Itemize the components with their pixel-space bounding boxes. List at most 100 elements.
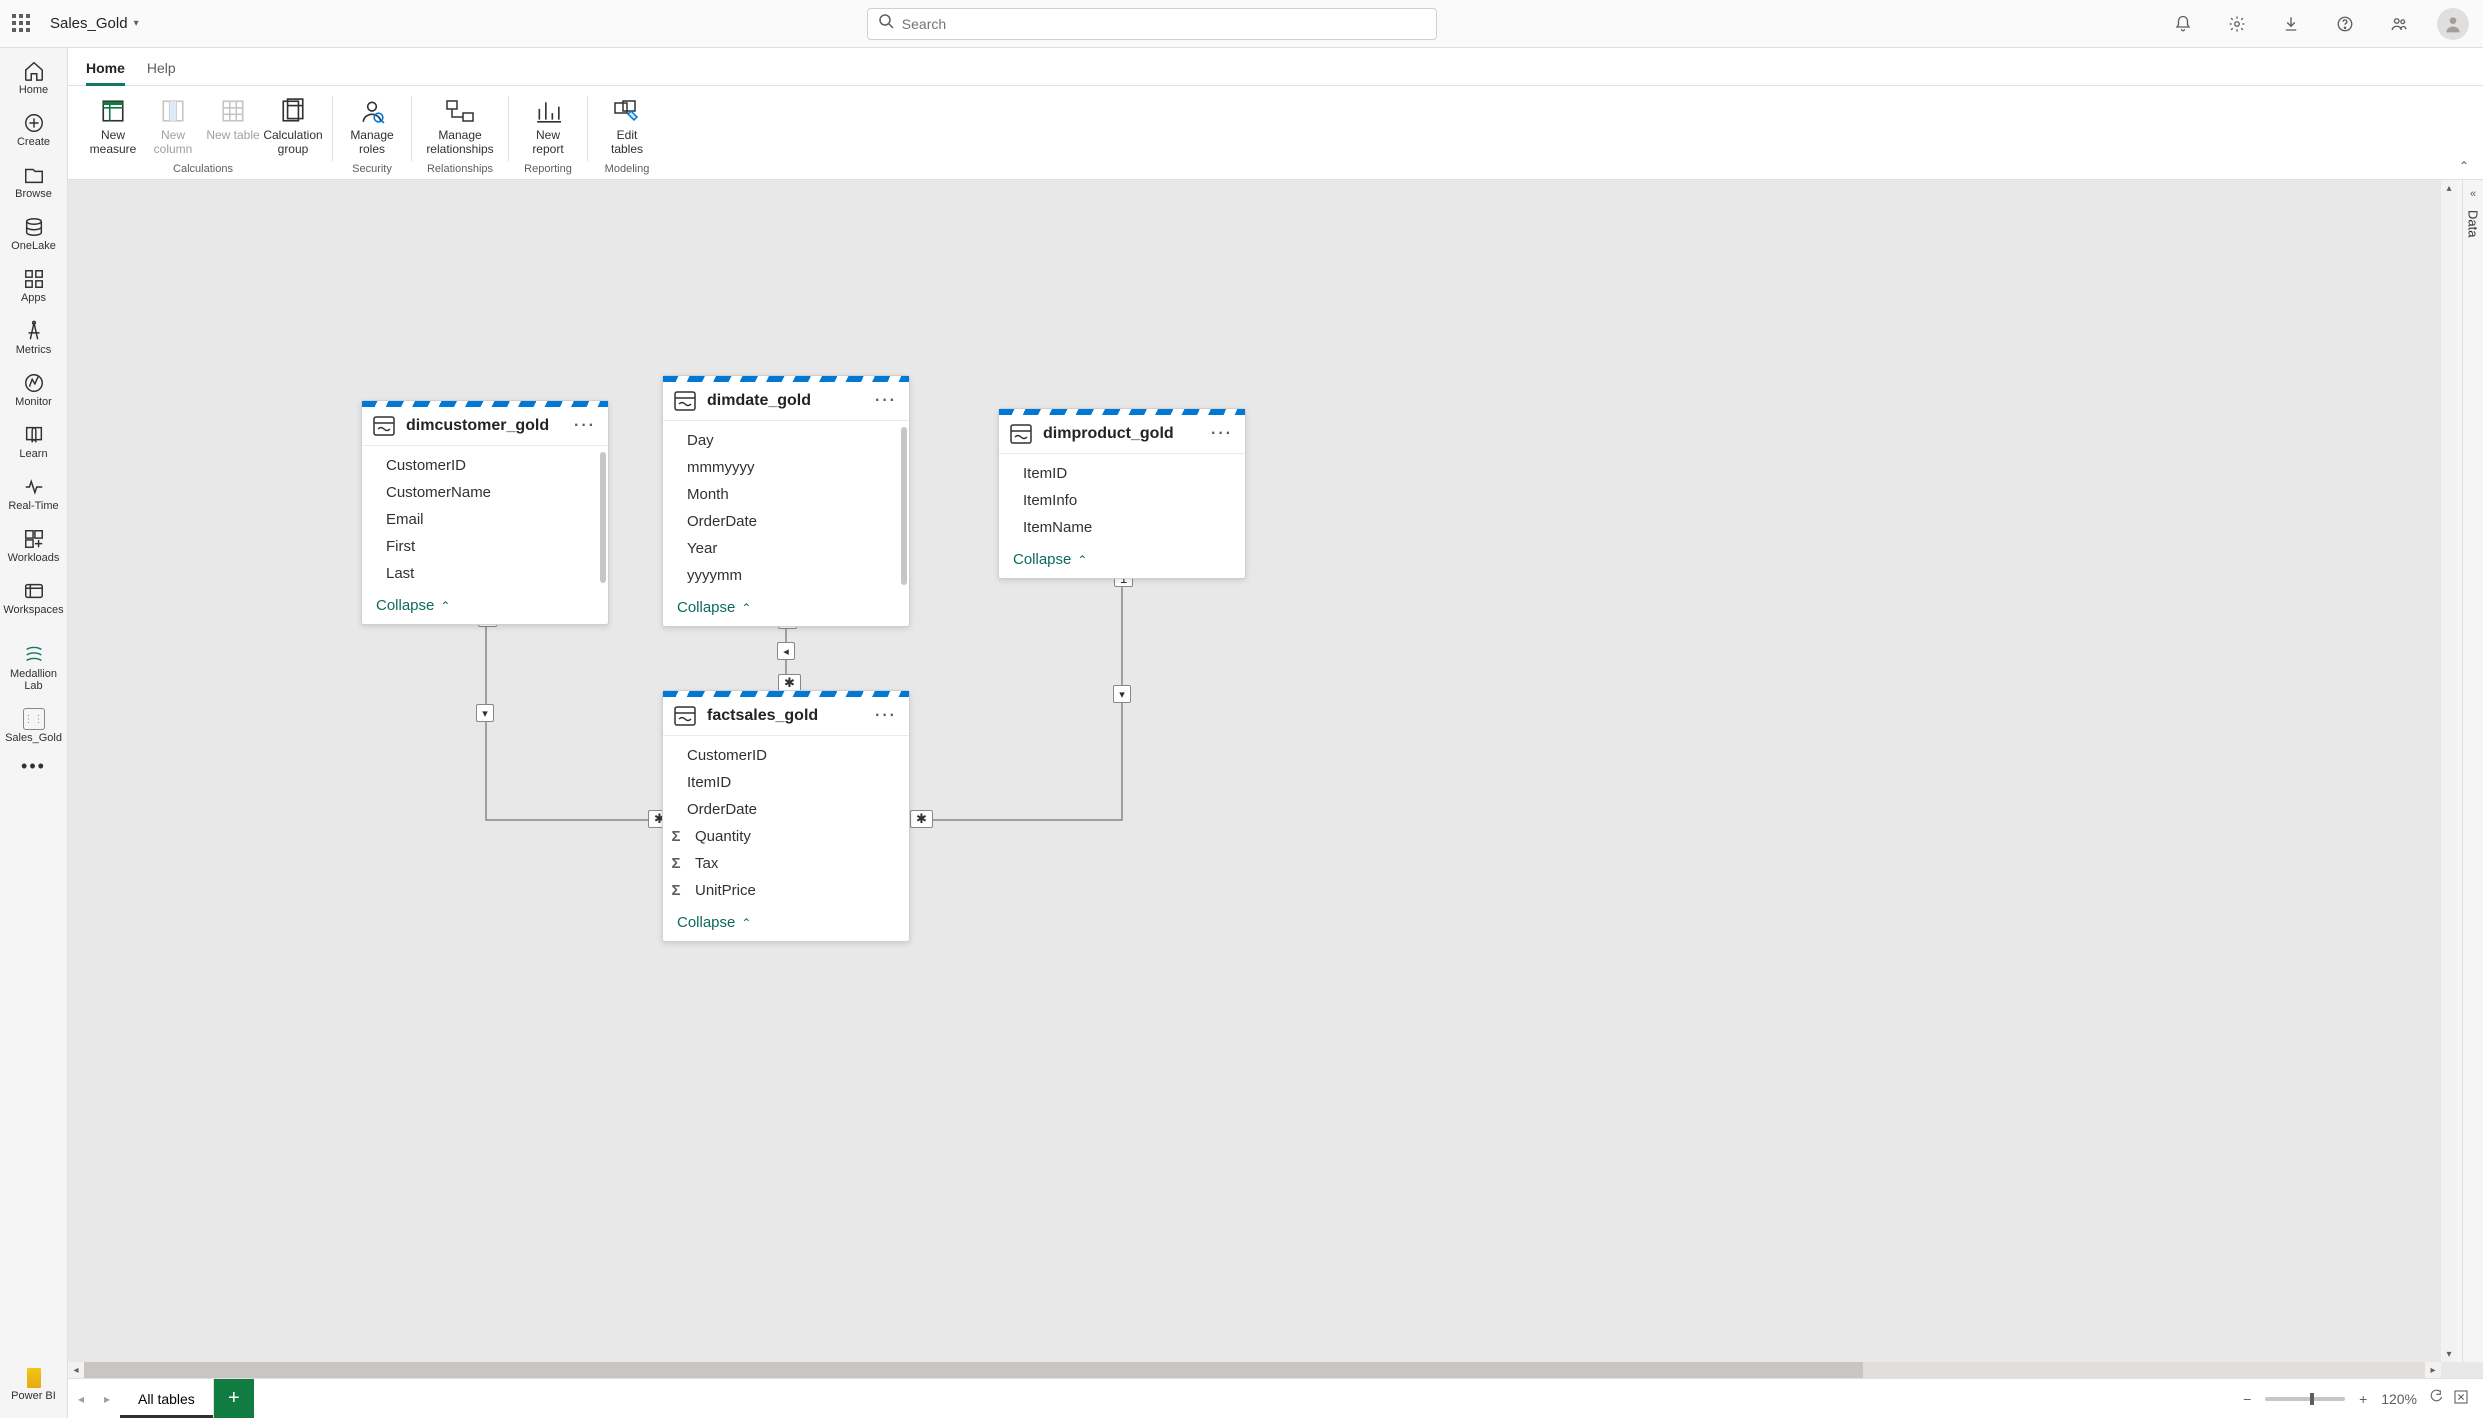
table-card-factsales[interactable]: factsales_gold ··· CustomerID ItemID Ord… xyxy=(662,690,910,942)
table-field[interactable]: ΣTax xyxy=(663,850,909,877)
account-avatar[interactable] xyxy=(2435,6,2471,42)
model-icon: ⋮⋮ xyxy=(23,708,45,730)
table-name: dimproduct_gold xyxy=(1043,425,1174,443)
manage-roles-button[interactable]: Manage roles xyxy=(343,92,401,162)
left-navigation-rail: Home Create Browse OneLake Apps Metrics … xyxy=(0,48,68,1418)
table-field[interactable]: Email xyxy=(362,506,608,533)
nav-home[interactable]: Home xyxy=(0,54,67,104)
sheet-tab-all-tables[interactable]: All tables xyxy=(120,1379,214,1418)
help-icon[interactable] xyxy=(2327,6,2363,42)
zoom-in-button[interactable]: + xyxy=(2355,1391,2371,1407)
collapse-toggle[interactable]: Collapse⌃ xyxy=(663,591,909,626)
notifications-icon[interactable] xyxy=(2165,6,2201,42)
table-scroll-thumb[interactable] xyxy=(901,427,907,585)
table-field[interactable]: mmmyyyy xyxy=(663,454,909,481)
table-field[interactable]: OrderDate xyxy=(663,796,909,823)
table-menu-icon[interactable]: ··· xyxy=(574,417,596,435)
download-icon[interactable] xyxy=(2273,6,2309,42)
tab-home[interactable]: Home xyxy=(86,52,125,85)
table-name: factsales_gold xyxy=(707,707,818,725)
table-field[interactable]: yyyymm xyxy=(663,562,909,589)
nav-apps[interactable]: Apps xyxy=(0,262,67,312)
new-measure-button[interactable]: New measure xyxy=(84,92,142,162)
table-field[interactable]: CustomerID xyxy=(362,452,608,479)
table-menu-icon[interactable]: ··· xyxy=(875,707,897,725)
search-box[interactable] xyxy=(867,8,1437,40)
table-field[interactable]: ΣQuantity xyxy=(663,823,909,850)
nav-onelake[interactable]: OneLake xyxy=(0,210,67,260)
document-name-dropdown[interactable]: Sales_Gold ▾ xyxy=(50,15,139,32)
table-card-dimdate[interactable]: dimdate_gold ··· Day mmmyyyy Month Order… xyxy=(662,375,910,627)
people-icon[interactable] xyxy=(2381,6,2417,42)
table-field[interactable]: CustomerName xyxy=(362,479,608,506)
nav-apps-label: Apps xyxy=(21,292,46,304)
ribbon-collapse-toggle[interactable]: ⌃ xyxy=(2459,159,2469,173)
table-icon xyxy=(673,705,697,727)
nav-monitor-label: Monitor xyxy=(15,396,52,408)
model-canvas[interactable]: 1 ▾ ✱ 1 ◂ ✱ 1 ▾ ✱ dimcustomer_gold ··· C… xyxy=(68,180,2441,1362)
scroll-thumb[interactable] xyxy=(84,1362,1863,1378)
sheet-nav-next[interactable]: ▸ xyxy=(94,1379,120,1418)
table-scroll-thumb[interactable] xyxy=(600,452,606,583)
scroll-up-arrow[interactable]: ▴ xyxy=(2441,180,2457,196)
table-field[interactable]: CustomerID xyxy=(663,742,909,769)
zoom-controls: − + 120% xyxy=(2225,1379,2483,1418)
nav-create[interactable]: Create xyxy=(0,106,67,156)
table-card-dimproduct[interactable]: dimproduct_gold ··· ItemID ItemInfo Item… xyxy=(998,408,1246,579)
table-field[interactable]: ΣUnitPrice xyxy=(663,877,909,904)
vertical-scrollbar[interactable]: ▴ ▾ xyxy=(2441,180,2457,1362)
new-report-button[interactable]: New report xyxy=(519,92,577,162)
manage-relationships-button[interactable]: Manage relationships xyxy=(422,92,498,162)
table-menu-icon[interactable]: ··· xyxy=(875,392,897,410)
nav-salesgold[interactable]: ⋮⋮Sales_Gold xyxy=(0,702,67,752)
collapse-toggle[interactable]: Collapse⌃ xyxy=(362,589,608,624)
ribbon-group-reporting: New report Reporting xyxy=(513,92,583,179)
search-input[interactable] xyxy=(902,16,1426,32)
table-field[interactable]: Day xyxy=(663,427,909,454)
collapse-toggle[interactable]: Collapse⌃ xyxy=(999,543,1245,578)
nav-browse[interactable]: Browse xyxy=(0,158,67,208)
zoom-slider[interactable] xyxy=(2265,1397,2345,1401)
nav-more[interactable]: ••• xyxy=(0,754,67,780)
collapse-toggle[interactable]: Collapse⌃ xyxy=(663,906,909,941)
table-menu-icon[interactable]: ··· xyxy=(1211,425,1233,443)
tab-help[interactable]: Help xyxy=(147,52,176,85)
ribbon-label-relationships: Relationships xyxy=(427,162,493,179)
calculation-group-button[interactable]: Calculation group xyxy=(264,92,322,162)
nav-medallion-lab[interactable]: Medallion Lab xyxy=(0,638,67,700)
table-field[interactable]: Month xyxy=(663,481,909,508)
horizontal-scrollbar[interactable]: ◂ ▸ xyxy=(68,1362,2441,1378)
table-card-dimcustomer[interactable]: dimcustomer_gold ··· CustomerID Customer… xyxy=(361,400,609,625)
edit-tables-button[interactable]: Edit tables xyxy=(598,92,656,162)
table-field[interactable]: ItemID xyxy=(999,460,1245,487)
scroll-right-arrow[interactable]: ▸ xyxy=(2425,1362,2441,1378)
table-field[interactable]: ItemID xyxy=(663,769,909,796)
nav-metrics[interactable]: Metrics xyxy=(0,314,67,364)
nav-monitor[interactable]: Monitor xyxy=(0,366,67,416)
table-field[interactable]: Last xyxy=(362,560,608,587)
ribbon-label-reporting: Reporting xyxy=(524,162,572,179)
filter-direction-icon: ▾ xyxy=(476,704,494,722)
scroll-left-arrow[interactable]: ◂ xyxy=(68,1362,84,1378)
zoom-to-fit-icon[interactable] xyxy=(2453,1389,2469,1408)
table-field[interactable]: ItemInfo xyxy=(999,487,1245,514)
nav-workspaces[interactable]: Workspaces xyxy=(0,574,67,624)
data-pane-collapsed[interactable]: « Data xyxy=(2462,180,2483,1362)
nav-powerbi[interactable]: Power BI xyxy=(0,1362,67,1410)
settings-icon[interactable] xyxy=(2219,6,2255,42)
table-field[interactable]: ItemName xyxy=(999,514,1245,541)
nav-realtime[interactable]: Real-Time xyxy=(0,470,67,520)
new-table-button: New table xyxy=(204,92,262,162)
nav-learn[interactable]: Learn xyxy=(0,418,67,468)
table-field[interactable]: First xyxy=(362,533,608,560)
table-field[interactable]: OrderDate xyxy=(663,508,909,535)
zoom-out-button[interactable]: − xyxy=(2239,1391,2255,1407)
zoom-level-text: 120% xyxy=(2381,1391,2417,1407)
sheet-nav-prev[interactable]: ◂ xyxy=(68,1379,94,1418)
add-sheet-button[interactable]: + xyxy=(214,1379,254,1418)
scroll-down-arrow[interactable]: ▾ xyxy=(2441,1346,2457,1362)
app-launcher-icon[interactable] xyxy=(12,14,32,34)
nav-workloads[interactable]: Workloads xyxy=(0,522,67,572)
table-field[interactable]: Year xyxy=(663,535,909,562)
fit-to-page-icon[interactable] xyxy=(2427,1389,2443,1408)
